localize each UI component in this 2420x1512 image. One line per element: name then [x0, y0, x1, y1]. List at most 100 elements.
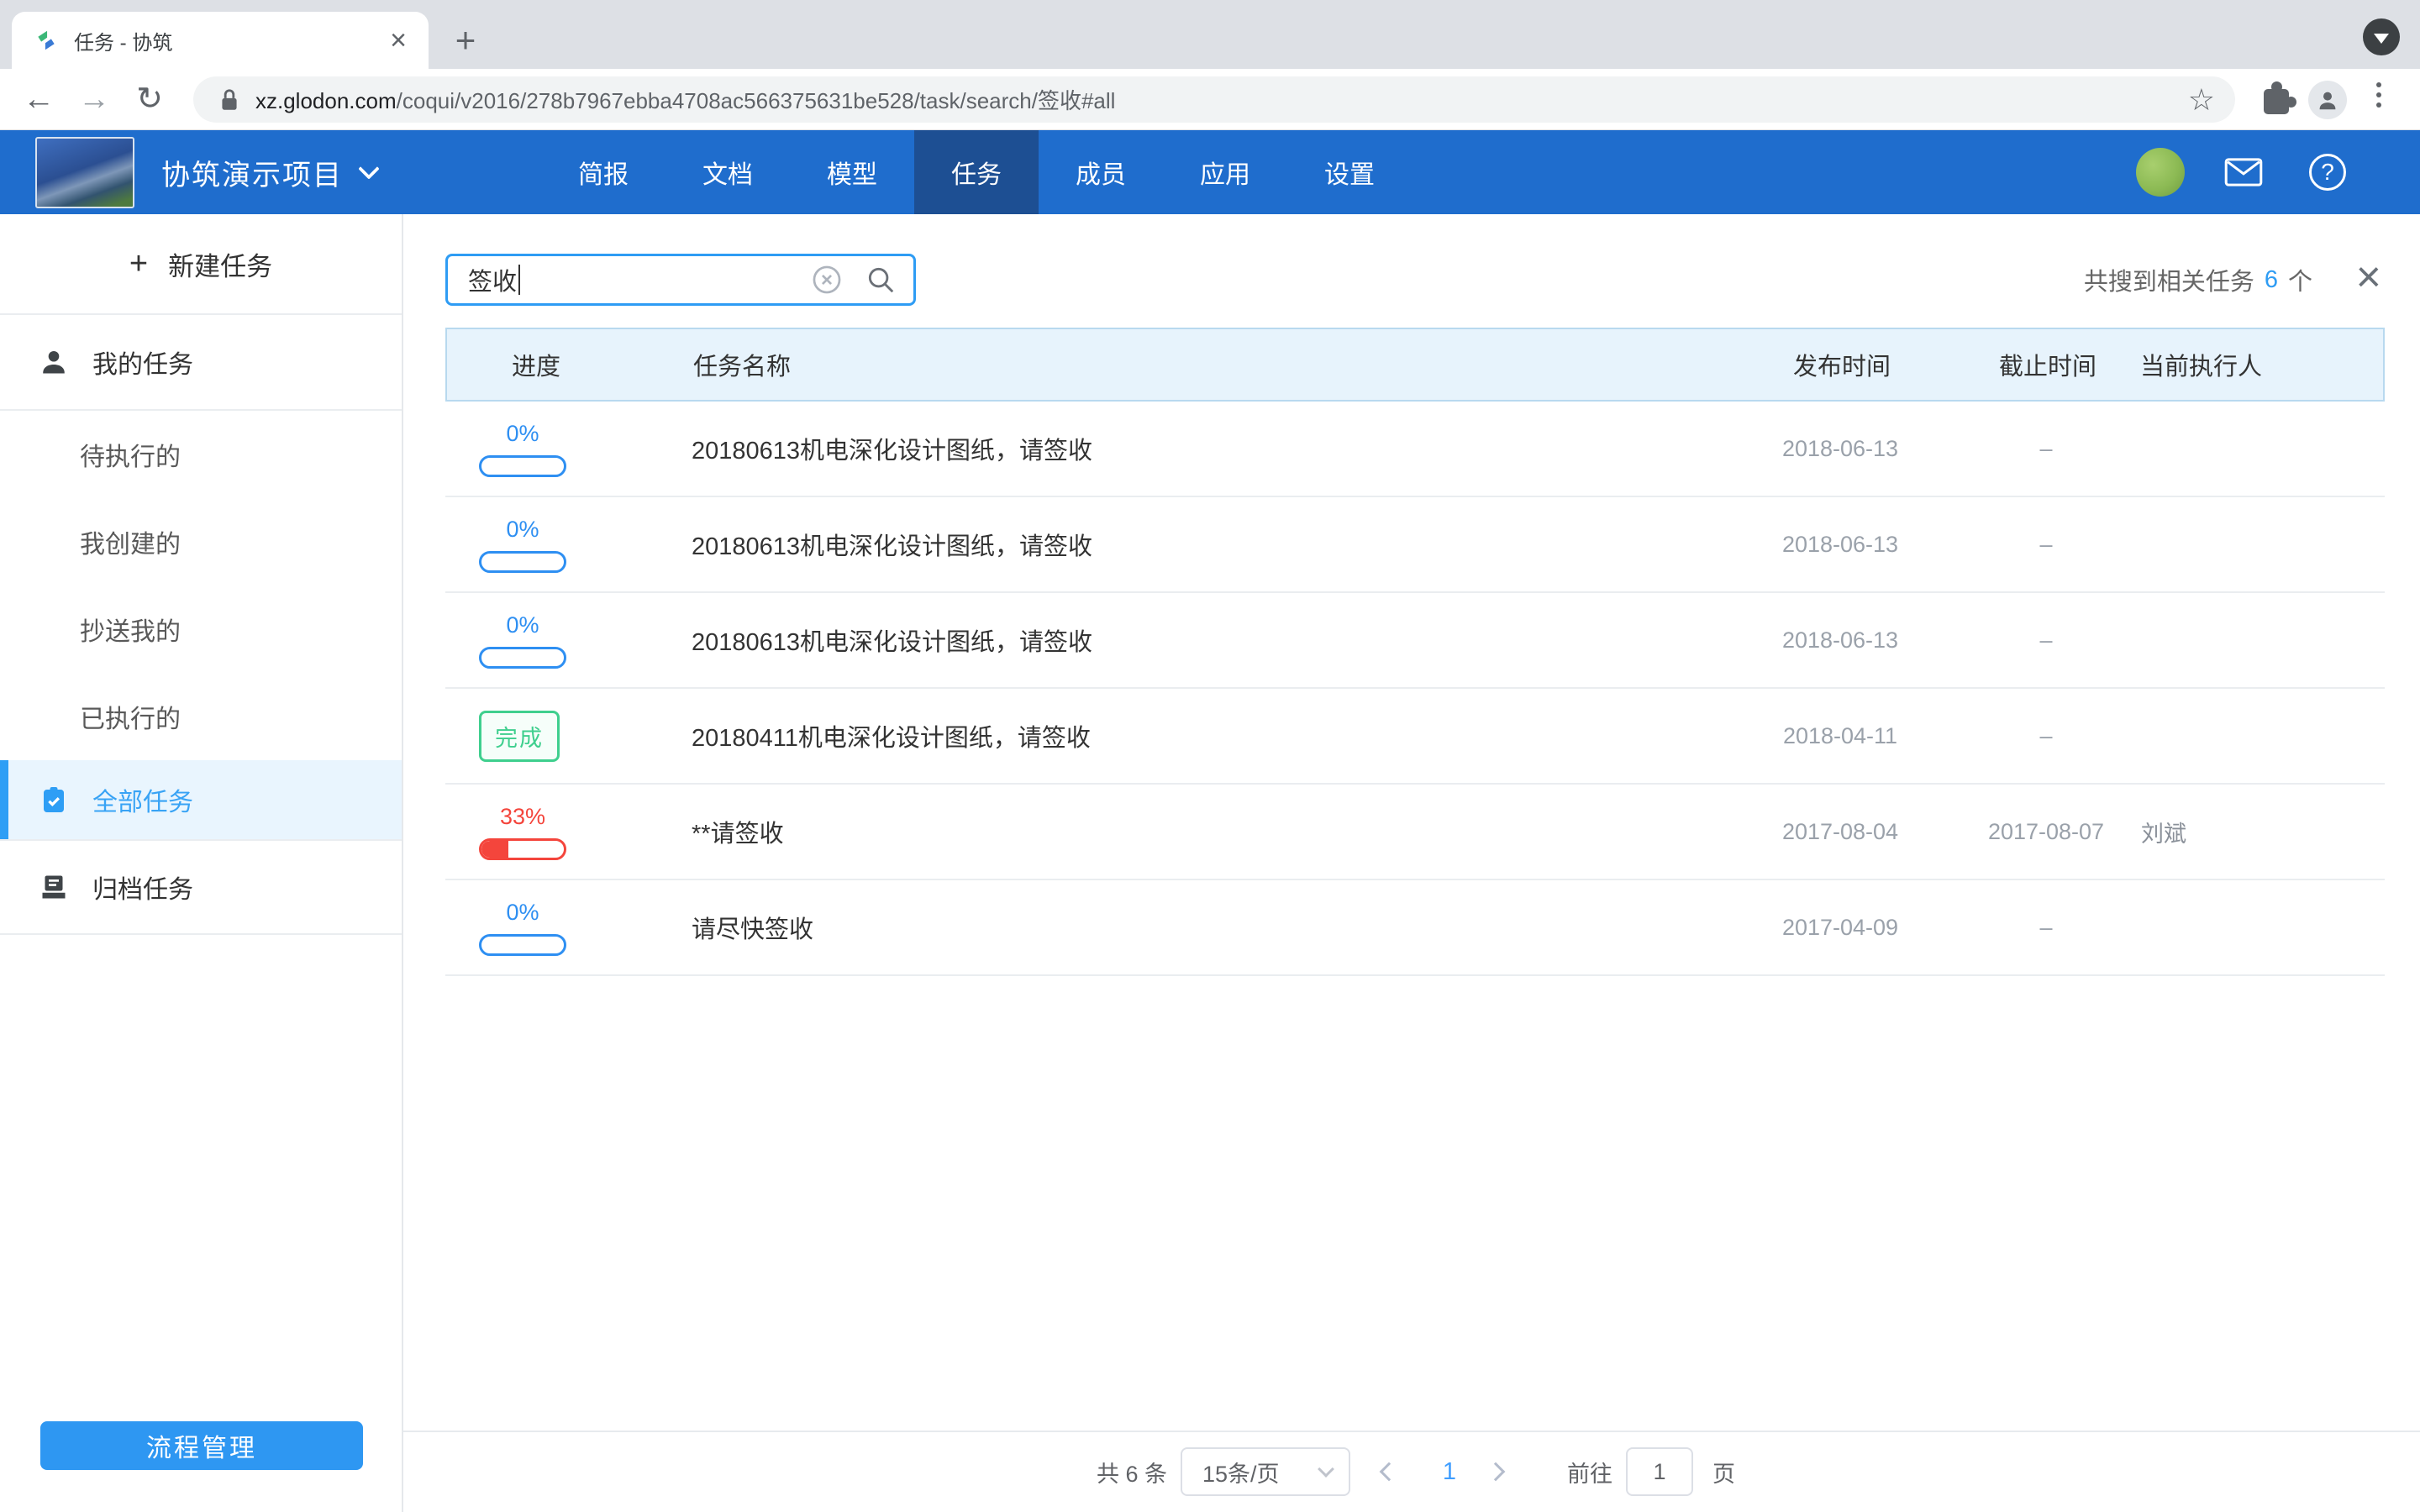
tab-search-icon[interactable]: [2363, 18, 2400, 55]
tab-close-icon[interactable]: ×: [390, 26, 407, 55]
nav-item-tasks[interactable]: 任务: [914, 130, 1039, 214]
progress-bar: [479, 838, 566, 860]
page-size-select[interactable]: 15条/页: [1181, 1447, 1350, 1496]
table-row[interactable]: 33% **请签收 2017-08-04 2017-08-07 刘斌: [445, 785, 2385, 880]
forward-icon[interactable]: →: [74, 81, 114, 118]
col-executor: 当前执行人: [2140, 329, 2262, 400]
table-row[interactable]: 0% 请尽快签收 2017-04-09 –: [445, 880, 2385, 976]
bookmark-star-icon[interactable]: ☆: [2188, 85, 2215, 115]
nav-item-settings[interactable]: 设置: [1287, 130, 1412, 214]
next-page-button[interactable]: [1489, 1447, 1502, 1496]
progress-indicator: 0%: [479, 421, 566, 477]
prev-page-button[interactable]: [1382, 1447, 1396, 1496]
goto-page-input[interactable]: 1: [1626, 1447, 1693, 1496]
current-page[interactable]: 1: [1430, 1447, 1469, 1496]
browser-profile-icon[interactable]: [2308, 81, 2347, 119]
reload-icon[interactable]: ↻: [129, 81, 170, 118]
chevron-down-icon: [358, 158, 379, 179]
table-row[interactable]: 0% 20180613机电深化设计图纸，请签收 2018-06-13 –: [445, 497, 2385, 593]
progress-label: 0%: [506, 517, 539, 543]
process-management-button[interactable]: 流程管理: [40, 1421, 363, 1470]
task-name[interactable]: 请尽快签收: [692, 880, 813, 974]
search-icon[interactable]: [865, 264, 897, 296]
caret-down-icon: [2374, 34, 2389, 44]
project-switcher[interactable]: 协筑演示项目: [161, 130, 376, 214]
progress-label: 0%: [506, 612, 539, 638]
user-avatar[interactable]: [2136, 148, 2185, 197]
progress-label: 0%: [506, 900, 539, 926]
sidebar-item-pending[interactable]: 待执行的: [0, 411, 402, 498]
progress-bar: [479, 934, 566, 956]
sidebar-item-all-tasks[interactable]: 全部任务: [0, 760, 402, 839]
browser-tab-strip: 任务 - 协筑 × +: [0, 0, 2420, 69]
task-name[interactable]: 20180613机电深化设计图纸，请签收: [692, 593, 1092, 687]
table-row[interactable]: 0% 20180613机电深化设计图纸，请签收 2018-06-13 –: [445, 402, 2385, 497]
publish-date: 2018-06-13: [1739, 593, 1941, 687]
goto-label: 前往: [1567, 1447, 1612, 1496]
sidebar-item-my-tasks[interactable]: 我的任务: [0, 315, 402, 411]
project-logo[interactable]: [35, 137, 134, 208]
project-name: 协筑演示项目: [161, 152, 343, 193]
sidebar-item-archive[interactable]: 归档任务: [0, 839, 402, 935]
due-date: –: [1949, 497, 2143, 591]
result-prefix: 共搜到相关任务: [2084, 262, 2254, 297]
progress-indicator: 0%: [479, 900, 566, 956]
due-date: 2017-08-07: [1949, 785, 2143, 879]
task-name[interactable]: 20180411机电深化设计图纸，请签收: [692, 689, 1091, 783]
table-row[interactable]: 完成 20180411机电深化设计图纸，请签收 2018-04-11 –: [445, 689, 2385, 785]
address-bar[interactable]: xz.glodon.com/coqui/v2016/278b7967ebba47…: [193, 76, 2235, 123]
clipboard-check-icon: [39, 785, 69, 815]
sidebar-item-cc-to-me[interactable]: 抄送我的: [0, 585, 402, 673]
due-date: –: [1949, 402, 2143, 496]
nav-item-briefing[interactable]: 简报: [541, 130, 666, 214]
browser-menu-icon[interactable]: [2376, 82, 2381, 108]
url-path: /coqui/v2016/278b7967ebba4708ac566375631…: [397, 88, 1116, 113]
publish-date: 2018-04-11: [1739, 689, 1941, 783]
footer-divider: [403, 1431, 2420, 1432]
task-name[interactable]: **请签收: [692, 785, 784, 879]
nav-item-documents[interactable]: 文档: [666, 130, 790, 214]
table-row[interactable]: 0% 20180613机电深化设计图纸，请签收 2018-06-13 –: [445, 593, 2385, 689]
progress-bar: [479, 647, 566, 669]
col-task-name: 任务名称: [693, 329, 791, 400]
new-tab-icon[interactable]: +: [449, 24, 482, 57]
search-query-text: 签收: [468, 262, 517, 297]
active-indicator: [0, 760, 8, 839]
app-header: 协筑演示项目 简报 文档 模型 任务 成员 应用 设置 ?: [0, 130, 2420, 214]
nav-item-models[interactable]: 模型: [790, 130, 914, 214]
extensions-icon[interactable]: [2264, 89, 2289, 114]
site-favicon: [34, 28, 59, 53]
publish-date: 2018-06-13: [1739, 497, 1941, 591]
archive-icon: [39, 872, 69, 902]
task-table: 进度 任务名称 发布时间 截止时间 当前执行人 0% 20180613机电深化设…: [445, 328, 2385, 976]
search-result-summary: 共搜到相关任务 6 个: [2084, 254, 2312, 306]
close-search-icon[interactable]: ×: [2356, 251, 2381, 303]
browser-toolbar: ← → ↻ xz.glodon.com/coqui/v2016/278b7967…: [0, 69, 2420, 130]
browser-tab[interactable]: 任务 - 协筑 ×: [12, 12, 429, 69]
new-task-button[interactable]: + 新建任务: [0, 214, 402, 315]
progress-fill: [481, 841, 508, 858]
due-date: –: [1949, 689, 2143, 783]
table-header: 进度 任务名称 发布时间 截止时间 当前执行人: [445, 328, 2385, 402]
main-nav: 简报 文档 模型 任务 成员 应用 设置: [541, 130, 1412, 214]
status-badge: 完成: [479, 711, 560, 762]
clear-search-icon[interactable]: [811, 264, 843, 296]
main-content: 签收 共搜到相关任务 6 个 × 进度 任务名称 发布时间 截止时间 当前执行人…: [403, 214, 2420, 1512]
col-publish-date: 发布时间: [1741, 329, 1943, 400]
result-suffix: 个: [2288, 262, 2312, 297]
my-tasks-label: 我的任务: [92, 344, 193, 381]
chevron-left-icon: [1380, 1462, 1399, 1482]
mail-icon[interactable]: [2224, 158, 2263, 186]
sidebar-item-executed[interactable]: 已执行的: [0, 673, 402, 760]
task-name[interactable]: 20180613机电深化设计图纸，请签收: [692, 402, 1092, 496]
search-input[interactable]: 签收: [445, 254, 916, 306]
sidebar-item-created-by-me[interactable]: 我创建的: [0, 498, 402, 585]
nav-item-members[interactable]: 成员: [1039, 130, 1163, 214]
nav-item-apps[interactable]: 应用: [1163, 130, 1287, 214]
progress-bar: [479, 455, 566, 477]
url-text: xz.glodon.com/coqui/v2016/278b7967ebba47…: [255, 84, 2188, 115]
task-name[interactable]: 20180613机电深化设计图纸，请签收: [692, 497, 1092, 591]
help-icon[interactable]: ?: [2309, 154, 2346, 191]
chevron-down-icon: [1318, 1461, 1334, 1478]
back-icon[interactable]: ←: [18, 81, 59, 118]
